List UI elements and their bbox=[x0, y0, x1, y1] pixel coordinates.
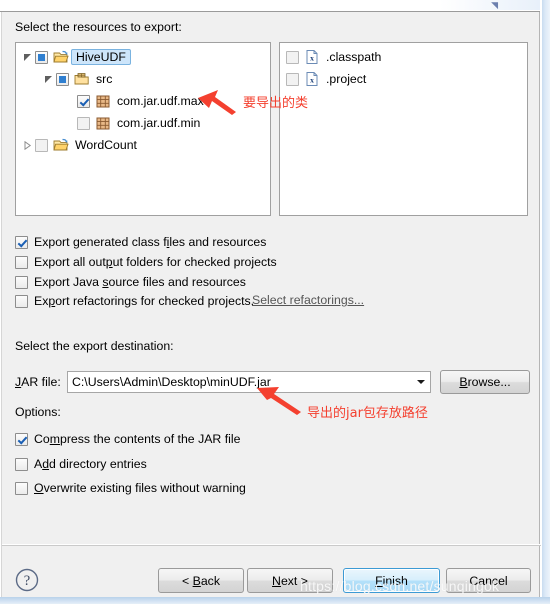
chevron-down-icon[interactable] bbox=[20, 46, 35, 68]
chevron-down-icon[interactable] bbox=[412, 372, 430, 392]
export-option-row[interactable]: Export refactorings for checked projects… bbox=[15, 293, 254, 309]
export-option-row[interactable]: Export all output folders for checked pr… bbox=[15, 254, 277, 270]
tree-item-label: HiveUDF bbox=[71, 49, 131, 65]
file-list-item-label: .project bbox=[326, 72, 367, 86]
destination-label: Select the export destination: bbox=[15, 339, 174, 354]
jar-option-label: Overwrite existing files without warning bbox=[34, 481, 246, 495]
browse-button[interactable]: Browse... bbox=[440, 370, 530, 394]
resources-label: Select the resources to export: bbox=[15, 20, 182, 35]
tree-item-label: WordCount bbox=[75, 138, 137, 152]
window-corner-glyph: ◥ bbox=[491, 0, 498, 10]
file-list-item[interactable]: x .classpath bbox=[286, 46, 527, 68]
svg-text:?: ? bbox=[24, 573, 30, 589]
annotation-arrow-path bbox=[257, 387, 301, 415]
window-frame-right bbox=[542, 0, 550, 604]
tree-item[interactable]: src bbox=[16, 68, 270, 90]
checkbox-partial[interactable] bbox=[35, 50, 48, 64]
package-root-icon bbox=[74, 71, 90, 87]
export-option-label: Export Java source files and resources bbox=[34, 275, 246, 289]
annotation-label-class: 要导出的类 bbox=[243, 96, 309, 111]
jar-option-label: Add directory entries bbox=[34, 457, 147, 471]
resource-file-list[interactable]: x .classpath x .project bbox=[280, 43, 527, 90]
jar-option-row[interactable]: Overwrite existing files without warning bbox=[15, 480, 246, 496]
checkbox-unchecked[interactable] bbox=[77, 116, 90, 130]
options-label: Options: bbox=[15, 405, 61, 420]
back-button-label: < Back bbox=[182, 573, 220, 588]
export-option-label: Export refactorings for checked projects… bbox=[34, 294, 255, 308]
select-refactorings-link[interactable]: Select refactorings... bbox=[252, 293, 364, 307]
export-option-label: Export generated class files and resourc… bbox=[34, 235, 267, 249]
checkbox-checked[interactable] bbox=[15, 432, 28, 446]
checkbox-unchecked[interactable] bbox=[15, 294, 28, 308]
select-refactorings-link-wrap[interactable]: Select refactorings... bbox=[252, 293, 364, 308]
checkbox-unchecked[interactable] bbox=[15, 481, 28, 495]
xml-file-icon: x bbox=[304, 49, 320, 65]
checkbox-unchecked[interactable] bbox=[15, 255, 28, 269]
checkbox-unchecked[interactable] bbox=[286, 72, 299, 86]
checkbox-checked[interactable] bbox=[15, 235, 28, 249]
export-option-label: Export all output folders for checked pr… bbox=[34, 255, 277, 269]
checkbox-unchecked[interactable] bbox=[286, 50, 299, 64]
jar-file-input[interactable]: C:\Users\Admin\Desktop\minUDF.jar bbox=[68, 375, 412, 389]
export-option-row[interactable]: Export generated class files and resourc… bbox=[15, 234, 266, 250]
destination-label-text: Select the export destination: bbox=[15, 339, 174, 353]
jar-file-combo[interactable]: C:\Users\Admin\Desktop\minUDF.jar bbox=[67, 371, 431, 393]
resources-label-text: Select the resources to export: bbox=[15, 20, 182, 34]
jar-option-row[interactable]: Compress the contents of the JAR file bbox=[15, 431, 240, 447]
checkbox-checked[interactable] bbox=[77, 94, 90, 108]
jar-file-label-text: AR file: bbox=[21, 375, 61, 389]
options-label-text: Options: bbox=[15, 405, 61, 419]
folder-open-icon bbox=[53, 137, 69, 153]
svg-text:x: x bbox=[310, 54, 314, 63]
tree-item[interactable]: WordCount bbox=[16, 134, 270, 156]
jar-option-label: Compress the contents of the JAR file bbox=[34, 432, 241, 446]
export-option-row[interactable]: Export Java source files and resources bbox=[15, 274, 246, 290]
checkbox-unchecked[interactable] bbox=[35, 138, 48, 152]
window-titlebar-glow bbox=[440, 0, 540, 10]
jar-option-row[interactable]: Add directory entries bbox=[15, 456, 147, 472]
help-icon[interactable]: ? bbox=[14, 567, 40, 593]
tree-item[interactable]: HiveUDF bbox=[16, 46, 270, 68]
tree-item-label: src bbox=[96, 72, 113, 86]
window-frame-bottom bbox=[0, 597, 550, 604]
file-list-item[interactable]: x .project bbox=[286, 68, 527, 90]
back-button[interactable]: < Back bbox=[158, 568, 244, 593]
chevron-right-icon[interactable] bbox=[20, 134, 35, 156]
checkbox-unchecked[interactable] bbox=[15, 457, 28, 471]
package-icon bbox=[95, 93, 111, 109]
file-list-item-label: .classpath bbox=[326, 50, 382, 64]
tree-item-label: com.jar.udf.min bbox=[117, 116, 201, 130]
button-bar-divider-shadow bbox=[2, 545, 541, 546]
chevron-down-icon[interactable] bbox=[41, 68, 56, 90]
tree-item-label: com.jar.udf.max bbox=[117, 94, 204, 108]
watermark: https://blog.csdn.net/sunqingok bbox=[300, 578, 500, 594]
jar-export-wizard-window: ◥ Select the resources to export: HiveUD… bbox=[0, 0, 550, 604]
jar-file-label: JAR file: bbox=[15, 375, 61, 390]
resource-file-list-panel[interactable]: x .classpath x .project bbox=[279, 42, 528, 216]
package-icon bbox=[95, 115, 111, 131]
browse-button-label: Browse... bbox=[459, 375, 511, 389]
checkbox-partial[interactable] bbox=[56, 72, 69, 86]
checkbox-unchecked[interactable] bbox=[15, 275, 28, 289]
annotation-label-path: 导出的jar包存放路径 bbox=[307, 406, 428, 421]
folder-open-icon bbox=[53, 49, 69, 65]
svg-text:x: x bbox=[310, 76, 314, 85]
resource-tree-panel[interactable]: HiveUDF src com.jar.udf.max com.jar.udf.min… bbox=[15, 42, 271, 216]
xml-file-icon: x bbox=[304, 71, 320, 87]
